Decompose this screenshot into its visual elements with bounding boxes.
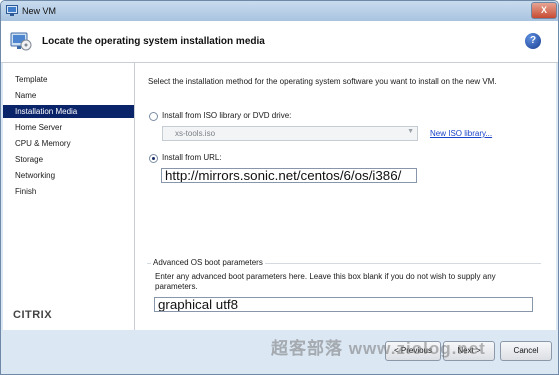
window-close-button[interactable]: X [531,2,557,19]
page-title: Locate the operating system installation… [42,36,265,47]
iso-dropdown-value: xs-tools.iso [175,129,216,138]
sidebar-item-finish[interactable]: Finish [3,185,134,198]
help-icon[interactable]: ? [525,33,541,49]
sidebar-item-storage[interactable]: Storage [3,153,134,166]
sidebar-item-template[interactable]: Template [3,73,134,86]
cancel-button[interactable]: Cancel [500,341,552,361]
instruction-text: Select the installation method for the o… [148,77,497,86]
iso-image-dropdown[interactable]: xs-tools.iso ▼ [162,126,418,141]
close-icon: X [540,5,547,15]
install-from-url-label[interactable]: Install from URL: [162,153,222,162]
site-watermark: 超客部落 www.ziolog.net [271,339,486,358]
installation-media-panel: Select the installation method for the o… [135,63,556,330]
iso-library-radio-label[interactable]: Install from ISO library or DVD drive: [162,111,291,120]
wizard-steps-sidebar: Template Name Installation Media Home Se… [3,63,135,330]
boot-parameters-input[interactable] [154,297,533,312]
svg-text:CITRIX: CITRIX [13,309,52,321]
sidebar-item-installation-media[interactable]: Installation Media [3,105,134,118]
window-title: New VM [22,6,57,16]
sidebar-item-home-server[interactable]: Home Server [3,121,134,134]
new-vm-window: New VM X Locate the operating system ins… [0,0,559,375]
wizard-header: Locate the operating system installation… [1,21,558,63]
boot-parameters-description: Enter any advanced boot parameters here.… [155,272,496,291]
sidebar-item-name[interactable]: Name [3,89,134,102]
citrix-logo: CITRIX [13,309,52,321]
chevron-down-icon: ▼ [407,128,414,135]
url-input[interactable] [161,168,417,183]
sidebar-item-cpu-memory[interactable]: CPU & Memory [3,137,134,150]
vm-app-icon [6,5,18,16]
help-icon-label: ? [529,35,537,46]
sidebar-item-networking[interactable]: Networking [3,169,134,182]
new-iso-library-link[interactable]: New ISO library... [430,129,492,138]
install-from-url-radio[interactable] [149,154,158,163]
boot-parameters-legend: Advanced OS boot parameters [151,258,265,267]
install-media-icon [10,32,32,51]
title-bar[interactable]: New VM X [1,1,558,21]
boot-parameters-group: Advanced OS boot parameters Enter any ad… [147,258,541,326]
iso-library-radio[interactable] [149,112,158,121]
